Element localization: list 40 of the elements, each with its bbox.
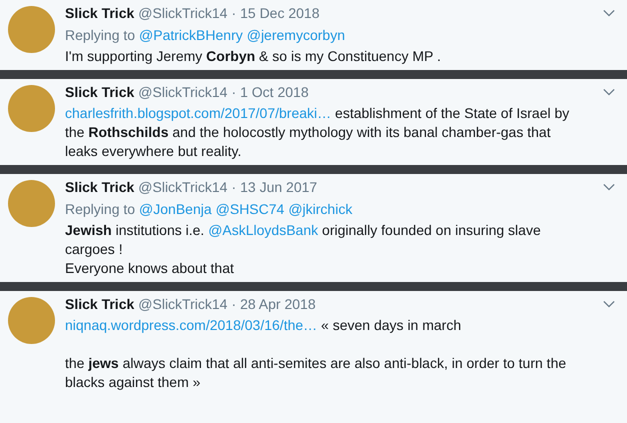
display-name[interactable]: Slick Trick <box>65 294 134 314</box>
avatar-icon[interactable] <box>8 6 55 53</box>
user-handle[interactable]: @SlickTrick14 <box>138 177 228 197</box>
tweet-text: Everyone knows about that <box>65 259 235 278</box>
dot-separator: · <box>231 178 236 197</box>
display-name[interactable]: Slick Trick <box>65 82 134 102</box>
mention-link[interactable]: @jkirchick <box>288 199 352 219</box>
mention-link[interactable]: @PatrickBHenry <box>139 25 243 45</box>
tweet-date[interactable]: 13 Jun 2017 <box>240 177 318 197</box>
user-handle[interactable]: @SlickTrick14 <box>138 3 228 23</box>
chevron-down-icon[interactable] <box>603 183 615 191</box>
link[interactable]: charlesfrith.blogspot.com/2017/07/breaki… <box>65 105 332 121</box>
avatar-icon[interactable] <box>8 180 55 227</box>
mention-link[interactable]: @JonBenja <box>139 199 212 219</box>
tweet-text: charlesfrith.blogspot.com/2017/07/breaki… establishment of the State of Israel by the Rothschilds and the holocostly mythology with its banal chamber-gas that leaks everywhere but reality. <box>65 104 570 161</box>
tweet-date[interactable]: 1 Oct 2018 <box>240 82 309 102</box>
replying-to-label: Replying to <box>65 26 136 45</box>
dot-separator: · <box>231 4 236 23</box>
tweet-date[interactable]: 28 Apr 2018 <box>240 294 316 314</box>
tweet-text: Jewish institutions i.e. @AskLloydsBank originally founded on insuring slave cargoes ! <box>65 221 542 259</box>
avatar-icon[interactable] <box>8 85 55 132</box>
avatar-icon[interactable] <box>8 297 55 344</box>
dot-separator: · <box>231 83 236 102</box>
tweet-text: niqnaq.wordpress.com/2018/03/16/the… « seven days in march <box>65 316 462 335</box>
user-handle[interactable]: @SlickTrick14 <box>138 82 228 102</box>
mention-link[interactable]: @jeremycorbyn <box>246 25 345 45</box>
tweet-text: the jews always claim that all anti-semites are also anti-black, in order to turn the blacks against them » <box>65 354 568 392</box>
tweet-date[interactable]: 15 Dec 2018 <box>240 3 320 23</box>
chevron-down-icon[interactable] <box>603 88 615 96</box>
dot-separator: · <box>231 295 236 314</box>
chevron-down-icon[interactable] <box>603 9 615 17</box>
display-name[interactable]: Slick Trick <box>65 3 134 23</box>
tweet-text: I'm supporting Jeremy Corbyn & so is my Constituency MP . <box>65 47 442 66</box>
display-name[interactable]: Slick Trick <box>65 177 134 197</box>
link[interactable]: niqnaq.wordpress.com/2018/03/16/the… <box>65 317 318 333</box>
link[interactable]: @AskLloydsBank <box>208 222 318 238</box>
mention-link[interactable]: @SHSC74 <box>216 199 284 219</box>
replying-to-label: Replying to <box>65 200 136 219</box>
chevron-down-icon[interactable] <box>603 300 615 308</box>
user-handle[interactable]: @SlickTrick14 <box>138 294 228 314</box>
